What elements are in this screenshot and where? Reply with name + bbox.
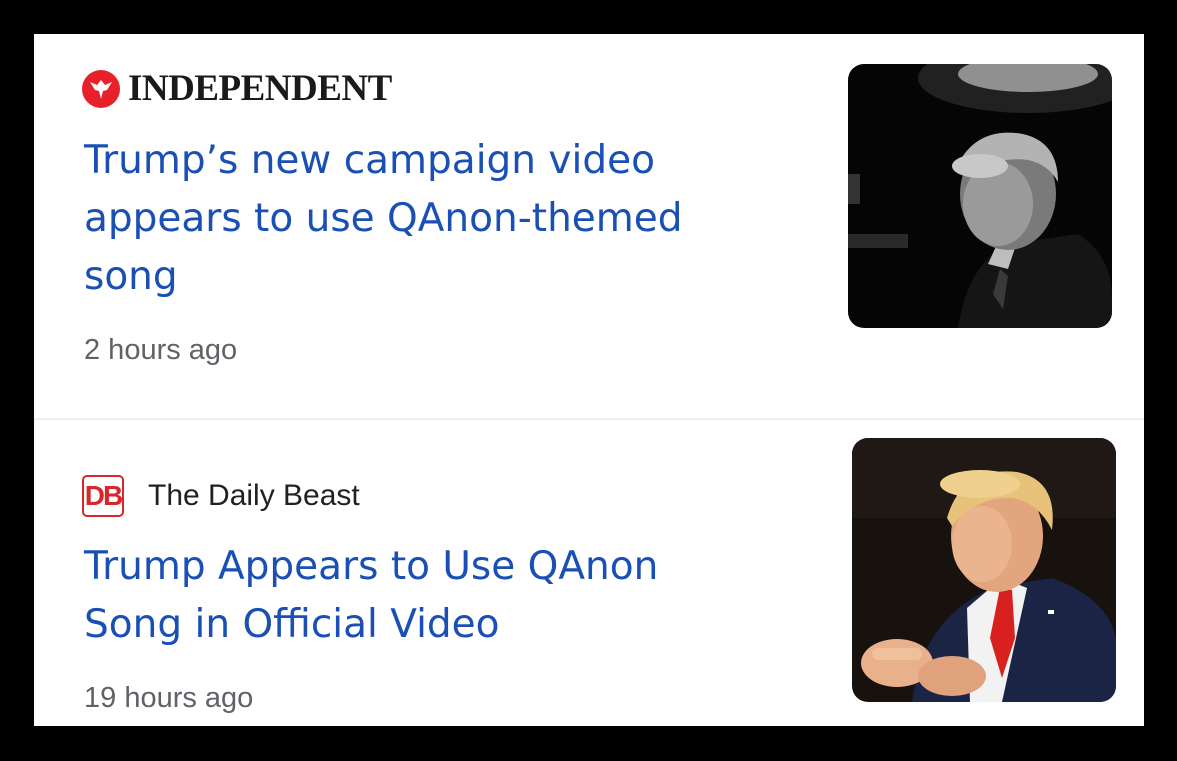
source-name: INDEPENDENT (128, 68, 392, 109)
timestamp: 2 hours ago (84, 334, 238, 366)
daily-beast-db-logo-icon: DB (82, 475, 124, 517)
news-story[interactable]: DB The Daily Beast Trump Appears to Use … (34, 420, 1144, 726)
headline-link[interactable]: Trump Appears to Use QAnon Song in Offic… (84, 538, 764, 654)
source-row: DB The Daily Beast (82, 472, 360, 520)
story-thumbnail[interactable] (848, 64, 1112, 328)
story-thumbnail[interactable] (852, 438, 1116, 702)
independent-eagle-logo-icon (82, 70, 120, 108)
source-name: The Daily Beast (148, 479, 360, 512)
headline-link[interactable]: Trump’s new campaign video appears to us… (84, 132, 764, 306)
news-story[interactable]: INDEPENDENT Trump’s new campaign video a… (34, 34, 1144, 418)
source-row: INDEPENDENT (82, 68, 392, 110)
timestamp: 19 hours ago (84, 682, 254, 714)
news-feed-card: INDEPENDENT Trump’s new campaign video a… (34, 34, 1144, 726)
